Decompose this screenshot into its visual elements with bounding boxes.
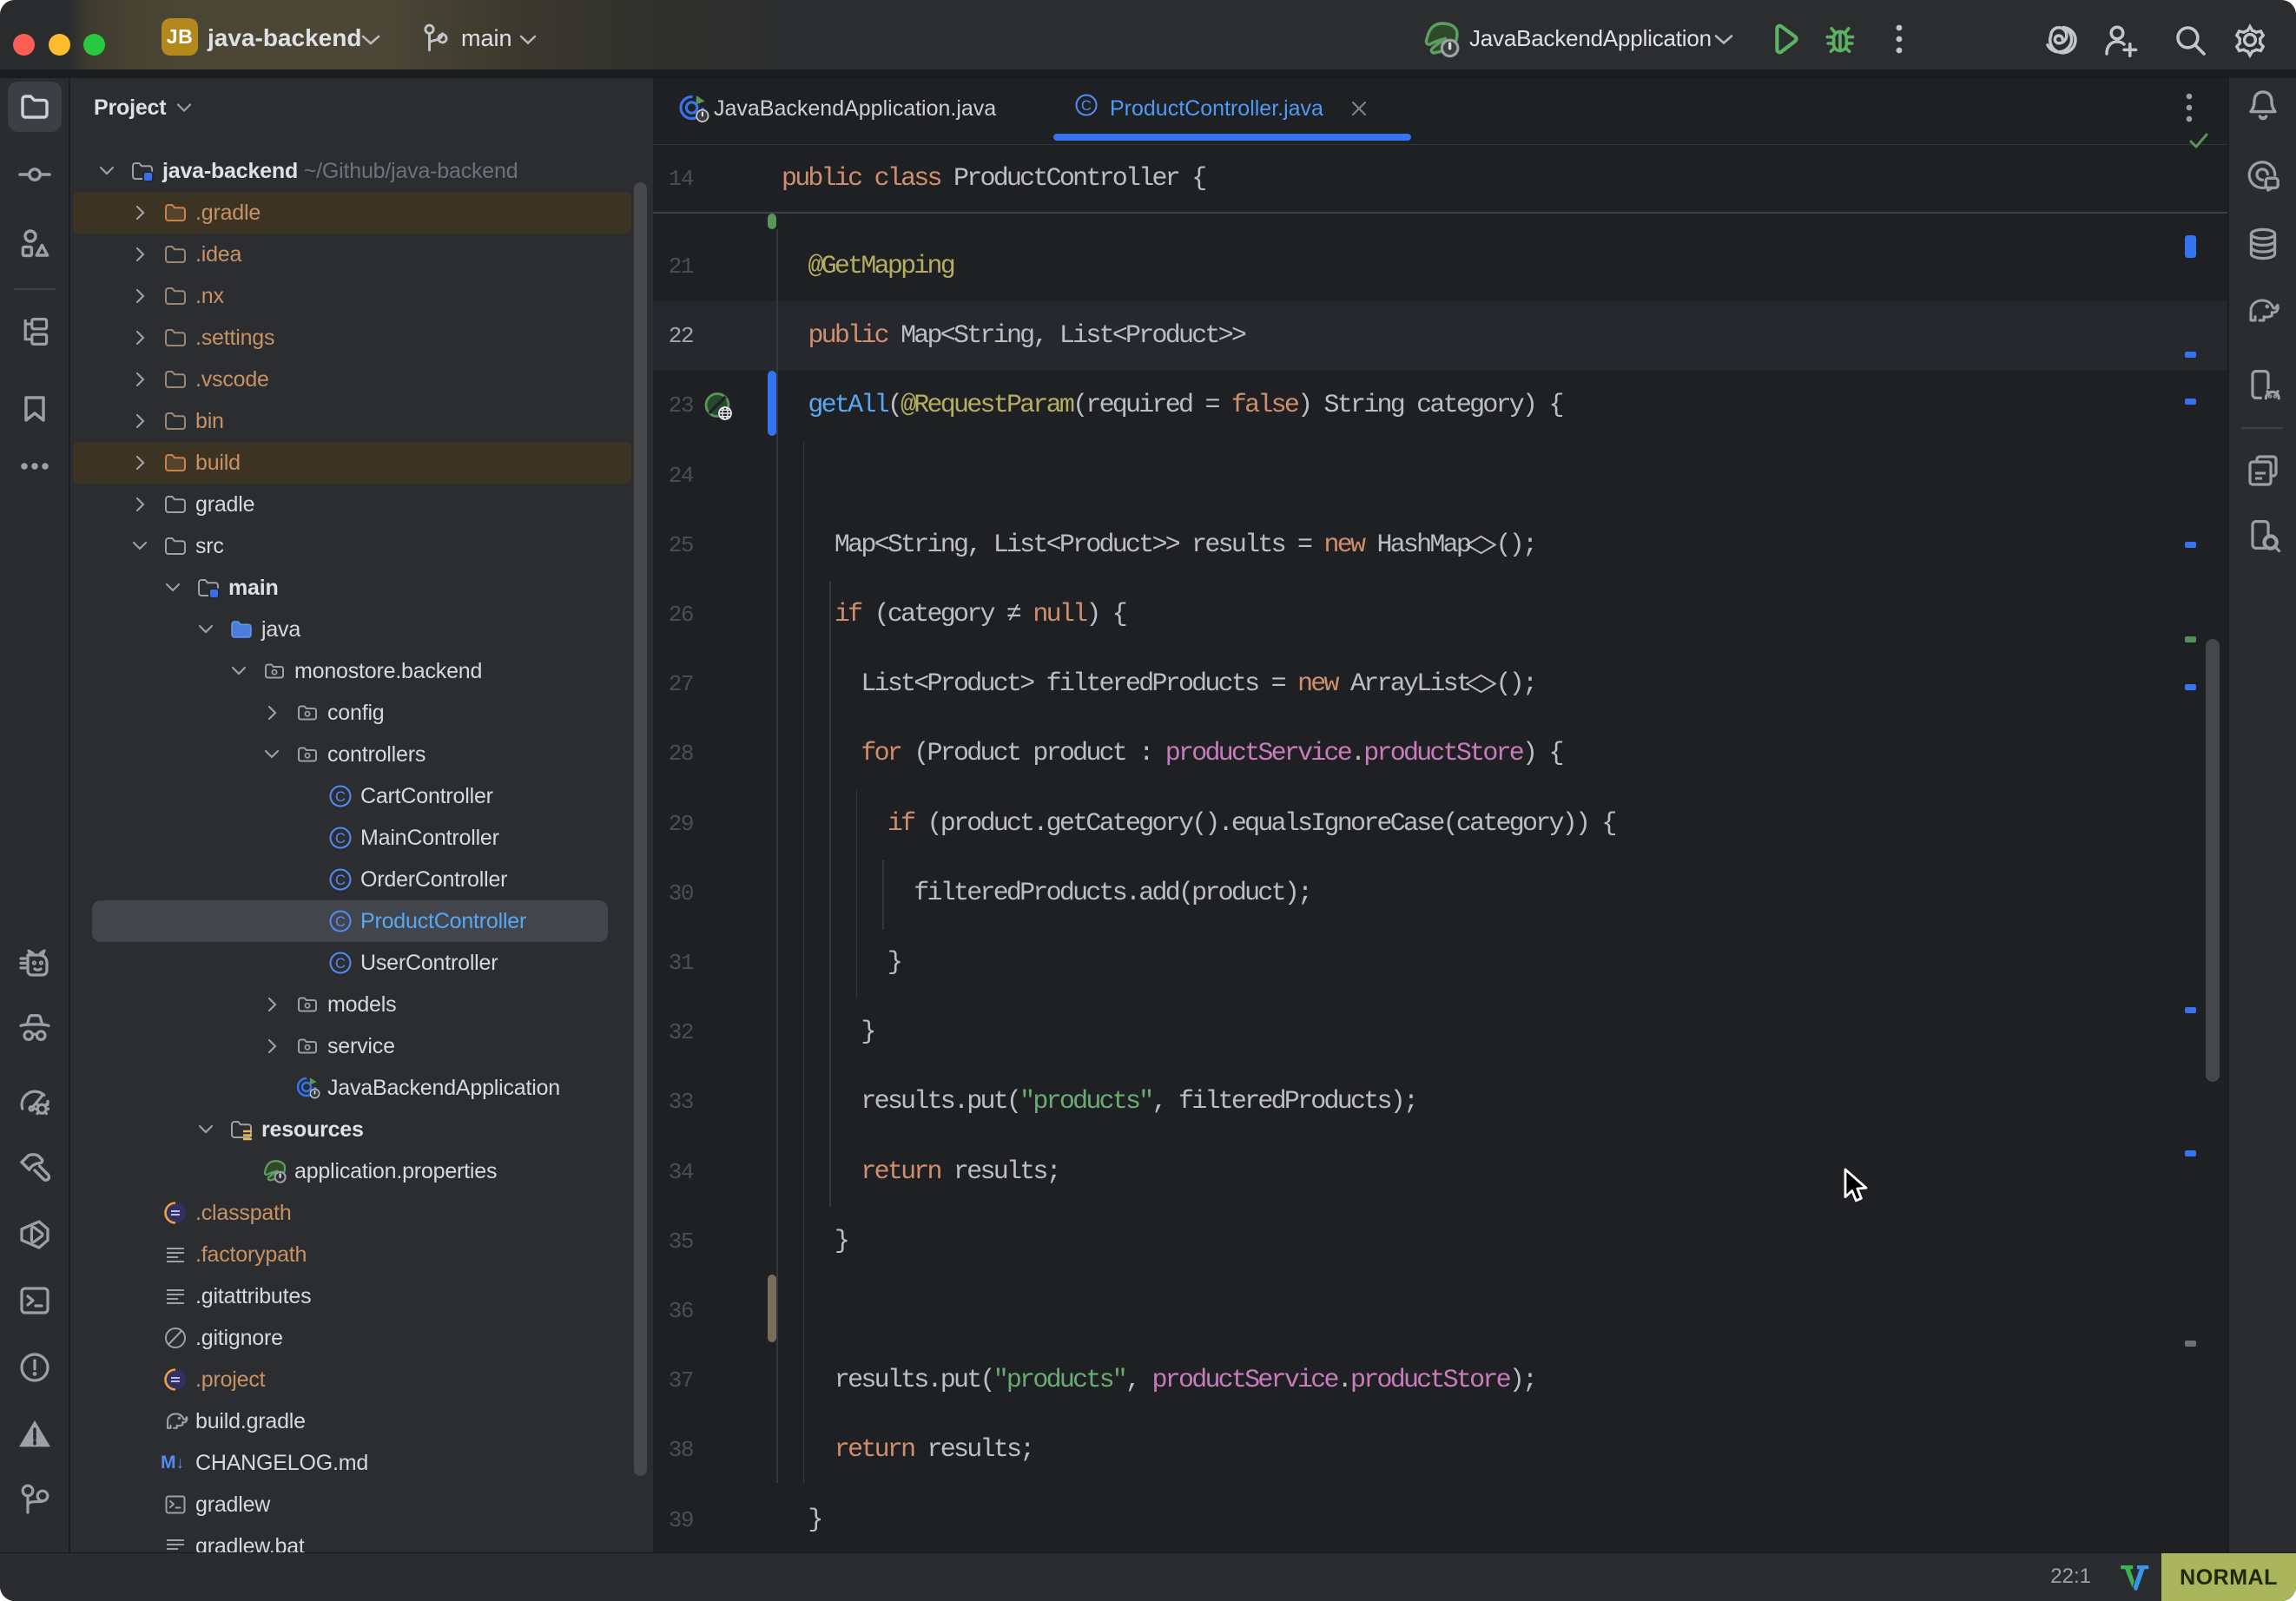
svg-text:C: C: [1081, 98, 1092, 114]
svg-text:C: C: [335, 789, 346, 805]
svg-text:C: C: [335, 831, 346, 847]
svg-text:C: C: [335, 914, 346, 930]
svg-text:C: C: [335, 873, 346, 888]
svg-text:C: C: [335, 956, 346, 972]
